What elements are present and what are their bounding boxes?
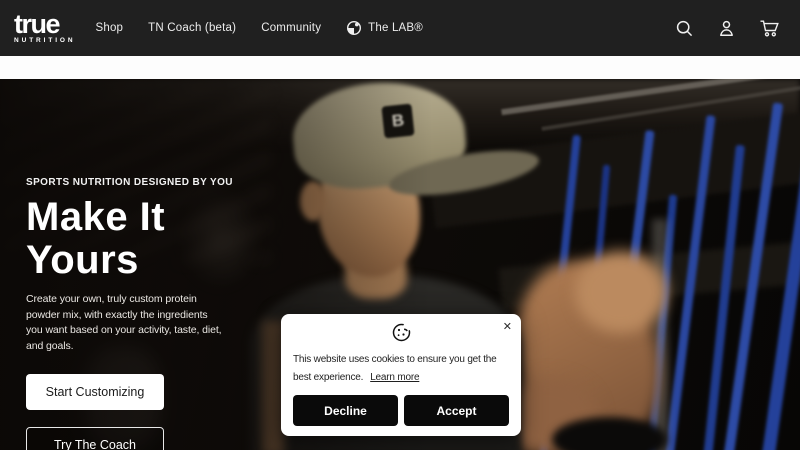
learn-more-link[interactable]: Learn more [370,372,419,383]
try-the-coach-button[interactable]: Try The Coach [26,427,164,450]
cookie-message-line1: This website uses cookies to ensure you … [293,351,509,369]
nav-the-lab-label: The LAB® [368,22,423,34]
cookie-message-line2-text: best experience. [293,372,363,383]
search-button[interactable] [675,19,694,38]
nav-the-lab[interactable]: The LAB® [346,20,423,36]
account-icon [717,19,736,38]
cart-button[interactable] [759,19,780,38]
logo-wordmark: true [14,13,59,35]
cookie-message-line2: best experience. Learn more [293,369,509,387]
site-header: true NUTRITION Shop TN Coach (beta) Comm… [0,0,800,56]
nav-community[interactable]: Community [261,22,321,34]
logo-subtitle: NUTRITION [14,37,76,44]
hero-title: Make It Yours [26,196,346,282]
main-nav: Shop TN Coach (beta) Community The LAB® [96,20,423,36]
header-actions [675,19,780,38]
nav-tn-coach[interactable]: TN Coach (beta) [148,22,236,34]
decline-button[interactable]: Decline [293,395,398,426]
hero-eyebrow: SPORTS NUTRITION DESIGNED BY YOU [26,177,346,188]
cookie-message: This website uses cookies to ensure you … [293,351,509,387]
page: true NUTRITION Shop TN Coach (beta) Comm… [0,0,800,450]
nav-shop[interactable]: Shop [96,22,124,34]
header-spacer-band [0,56,800,79]
logo[interactable]: true NUTRITION [14,13,76,44]
cart-icon [759,19,780,38]
account-button[interactable] [717,19,736,38]
cookie-consent-modal: ✕ This website uses cookies to ensure yo… [281,314,521,436]
search-icon [675,19,694,38]
lab-globe-icon [346,20,362,36]
cookie-buttons: Decline Accept [293,395,509,426]
start-customizing-button[interactable]: Start Customizing [26,374,164,410]
accept-button[interactable]: Accept [404,395,509,426]
cookie-icon [281,322,521,343]
